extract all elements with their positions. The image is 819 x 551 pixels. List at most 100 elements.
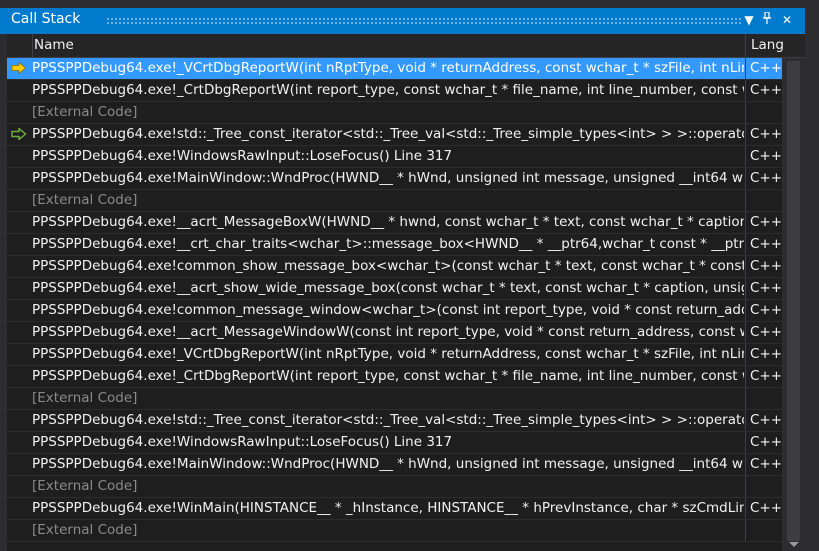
stack-frame-row[interactable]: PPSSPPDebug64.exe!common_show_message_bo… [7,256,782,278]
external-code-row[interactable]: [External Code] [7,520,782,542]
title-bar: Call Stack ▼ ✕ [0,8,805,34]
row-gutter [7,410,32,431]
frame-name: [External Code] [32,192,138,208]
language-column-header[interactable]: Lang [745,34,805,57]
frame-language: C++ [745,80,787,101]
frame-language [745,520,787,541]
frame-name: PPSSPPDebug64.exe!std::_Tree_const_itera… [32,126,744,142]
row-gutter [7,520,32,541]
frame-name: PPSSPPDebug64.exe!WindowsRawInput::LoseF… [32,148,453,164]
stack-frame-row[interactable]: PPSSPPDebug64.exe!__acrt_MessageWindowW(… [7,322,782,344]
row-gutter [7,168,32,189]
frame-language: C++ [745,124,787,145]
frame-language [745,102,787,123]
stack-frame-row[interactable]: PPSSPPDebug64.exe!__acrt_MessageBoxW(HWN… [7,212,782,234]
frame-name: PPSSPPDebug64.exe!MainWindow::WndProc(HW… [32,456,744,472]
frame-name: PPSSPPDebug64.exe!_VCrtDbgReportW(int nR… [32,60,744,76]
frame-name: [External Code] [32,522,138,538]
frame-name: PPSSPPDebug64.exe!_CrtDbgReportW(int rep… [32,368,744,384]
window-position-dropdown-icon[interactable]: ▼ [739,9,759,31]
frame-language: C++ [745,432,787,453]
frame-name: [External Code] [32,478,138,494]
row-gutter [7,498,32,519]
frame-language [745,476,787,497]
frame-language: C++ [745,256,787,277]
row-gutter [7,476,32,497]
frame-name: PPSSPPDebug64.exe!MainWindow::WndProc(HW… [32,170,744,186]
stack-frame-row[interactable]: PPSSPPDebug64.exe!_VCrtDbgReportW(int nR… [7,58,782,80]
external-code-row[interactable]: [External Code] [7,388,782,410]
frame-language: C++ [745,410,787,431]
frame-language: C++ [745,300,787,321]
frame-language: C++ [745,168,787,189]
row-gutter [7,256,32,277]
stack-frame-row[interactable]: PPSSPPDebug64.exe!__acrt_show_wide_messa… [7,278,782,300]
stack-frame-row[interactable]: PPSSPPDebug64.exe!_CrtDbgReportW(int rep… [7,366,782,388]
frame-language: C++ [745,234,787,255]
stack-frame-row[interactable]: PPSSPPDebug64.exe!WindowsRawInput::LoseF… [7,432,782,454]
stack-frame-row[interactable]: PPSSPPDebug64.exe!WindowsRawInput::LoseF… [7,146,782,168]
frame-language: C++ [745,498,787,519]
frame-name: PPSSPPDebug64.exe!WinMain(HINSTANCE__ * … [32,500,744,516]
frame-language: C++ [745,278,787,299]
frame-language [745,190,787,211]
frame-name: PPSSPPDebug64.exe!__crt_char_traits<wcha… [32,236,744,252]
row-gutter [7,80,32,101]
frame-name: [External Code] [32,390,138,406]
call-stack-panel: Name Lang PPSSPPDebug64.exe!_VCrtDbgRepo… [7,34,805,551]
frame-name: PPSSPPDebug64.exe!_VCrtDbgReportW(int nR… [32,346,744,362]
column-header: Name Lang [7,34,805,58]
pin-icon[interactable] [757,9,777,31]
return-frame-arrow-icon [7,124,32,145]
row-gutter [7,388,32,409]
scrollbar-thumb[interactable] [787,61,800,541]
stack-frame-row[interactable]: PPSSPPDebug64.exe!std::_Tree_const_itera… [7,410,782,432]
row-gutter [7,432,32,453]
row-gutter [7,344,32,365]
row-gutter [7,300,32,321]
frame-name: PPSSPPDebug64.exe!__acrt_MessageBoxW(HWN… [32,214,744,230]
row-gutter [7,146,32,167]
call-stack-list: PPSSPPDebug64.exe!_VCrtDbgReportW(int nR… [7,58,782,542]
external-code-row[interactable]: [External Code] [7,102,782,124]
stack-frame-row[interactable]: PPSSPPDebug64.exe!common_message_window<… [7,300,782,322]
frame-language: C++ [745,454,787,475]
external-code-row[interactable]: [External Code] [7,190,782,212]
name-column-header[interactable]: Name [32,34,747,57]
frame-name: PPSSPPDebug64.exe!__acrt_show_wide_messa… [32,280,744,296]
row-gutter [7,212,32,233]
stack-frame-row[interactable]: PPSSPPDebug64.exe!std::_Tree_const_itera… [7,124,782,146]
row-gutter [7,234,32,255]
frame-language: C++ [745,366,787,387]
stack-frame-row[interactable]: PPSSPPDebug64.exe!MainWindow::WndProc(HW… [7,454,782,476]
external-code-row[interactable]: [External Code] [7,476,782,498]
frame-name: PPSSPPDebug64.exe!std::_Tree_const_itera… [32,412,744,428]
frame-language [745,388,787,409]
frame-name: PPSSPPDebug64.exe!common_message_window<… [32,302,744,318]
close-icon[interactable]: ✕ [777,9,797,31]
row-gutter [7,190,32,211]
frame-name: PPSSPPDebug64.exe!common_show_message_bo… [32,258,744,274]
scroll-down-arrow-icon[interactable] [789,542,799,547]
stack-frame-row[interactable]: PPSSPPDebug64.exe!_CrtDbgReportW(int rep… [7,80,782,102]
drag-grip[interactable] [106,17,743,24]
vertical-scrollbar[interactable] [782,58,805,551]
frame-language: C++ [745,146,787,167]
row-gutter [7,322,32,343]
row-gutter [7,278,32,299]
frame-language: C++ [745,344,787,365]
frame-language: C++ [745,212,787,233]
stack-frame-row[interactable]: PPSSPPDebug64.exe!MainWindow::WndProc(HW… [7,168,782,190]
frame-name: PPSSPPDebug64.exe!__acrt_MessageWindowW(… [32,324,744,340]
stack-frame-row[interactable]: PPSSPPDebug64.exe!_VCrtDbgReportW(int nR… [7,344,782,366]
frame-name: PPSSPPDebug64.exe!WindowsRawInput::LoseF… [32,434,453,450]
row-gutter [7,454,32,475]
frame-language: C++ [745,322,787,343]
stack-frame-row[interactable]: PPSSPPDebug64.exe!__crt_char_traits<wcha… [7,234,782,256]
row-gutter [7,102,32,123]
current-frame-arrow-icon [7,58,32,79]
stack-frame-row[interactable]: PPSSPPDebug64.exe!WinMain(HINSTANCE__ * … [7,498,782,520]
frame-name: [External Code] [32,104,138,120]
frame-name: PPSSPPDebug64.exe!_CrtDbgReportW(int rep… [32,82,744,98]
frame-language: C++ [745,58,787,79]
